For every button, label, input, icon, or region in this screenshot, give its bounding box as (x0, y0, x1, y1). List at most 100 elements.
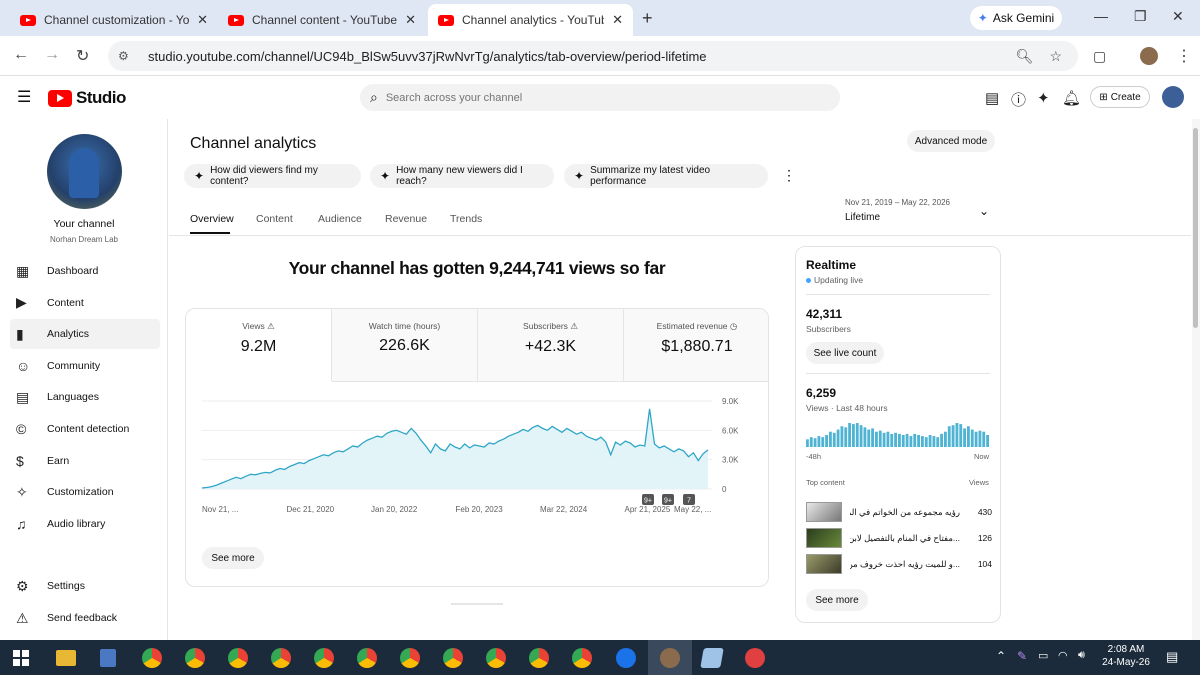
realtime-bar[interactable] (821, 437, 825, 447)
browser-tab-analytics[interactable]: Channel analytics - YouTube Studio ✕ (428, 4, 633, 36)
realtime-bar[interactable] (932, 436, 936, 447)
new-tab-button[interactable]: + (642, 8, 653, 29)
clock[interactable]: 2:08 AM 24-May-26 (1100, 644, 1152, 668)
close-tab-icon[interactable]: ✕ (405, 12, 416, 28)
chrome-profile-b-icon[interactable] (745, 648, 765, 668)
tab-audience[interactable]: Audience (318, 213, 362, 225)
more-options-icon[interactable]: ⋮ (782, 167, 796, 184)
chrome-profile-photo-icon[interactable] (660, 648, 680, 668)
sidebar-item-community[interactable]: ☺ Community (10, 351, 160, 381)
chrome-browser-icon[interactable] (314, 648, 334, 668)
minimize-icon[interactable]: — (1094, 8, 1108, 24)
chrome-browser-icon[interactable] (529, 648, 549, 668)
restore-icon[interactable]: ❐ (1134, 8, 1147, 25)
hamburger-menu-icon[interactable]: ☰ (17, 87, 31, 107)
realtime-bar[interactable] (901, 435, 905, 447)
chrome-browser-icon[interactable] (228, 648, 248, 668)
realtime-bar[interactable] (967, 426, 970, 447)
video-publish-marker[interactable]: 7 (683, 494, 695, 505)
chrome-browser-icon[interactable] (357, 648, 377, 668)
tab-trends[interactable]: Trends (450, 213, 482, 225)
realtime-bar[interactable] (882, 432, 886, 447)
pen-tray-icon[interactable]: ✎ (1017, 649, 1027, 663)
realtime-bar[interactable] (947, 426, 951, 447)
feedback-chat-icon[interactable]: ▤ (985, 89, 999, 107)
realtime-bar[interactable] (921, 436, 924, 447)
suggestion-chip-new-viewers[interactable]: ✦ How many new viewers did I reach? (370, 164, 554, 188)
gemini-sparkle-icon[interactable]: ✦ (1037, 89, 1050, 107)
sidebar-item-customization[interactable]: ✧ Customization (10, 477, 160, 507)
realtime-bar[interactable] (855, 423, 859, 447)
sidebar-item-content[interactable]: ▶ Content (10, 288, 160, 318)
close-tab-icon[interactable]: ✕ (612, 12, 623, 28)
chrome-browser-icon[interactable] (271, 648, 291, 668)
realtime-bar[interactable] (905, 433, 909, 447)
calculator-icon[interactable] (100, 649, 116, 667)
realtime-bar[interactable] (878, 430, 882, 447)
realtime-bar[interactable] (978, 430, 982, 447)
see-more-button[interactable]: See more (202, 547, 264, 569)
bookmark-star-icon[interactable]: ☆ (1049, 48, 1062, 65)
realtime-bar[interactable] (852, 424, 855, 447)
realtime-bar[interactable] (871, 428, 874, 447)
realtime-bar[interactable] (809, 437, 813, 447)
realtime-bar[interactable] (951, 425, 955, 447)
see-live-count-button[interactable]: See live count (806, 342, 884, 364)
realtime-bar[interactable] (928, 435, 932, 447)
search-icon[interactable]: ⌕ (370, 89, 378, 106)
realtime-bar[interactable] (875, 431, 878, 447)
video-publish-marker[interactable]: 9+ (662, 494, 674, 505)
account-avatar[interactable] (1162, 86, 1184, 108)
back-arrow-icon[interactable]: ← (13, 46, 29, 64)
realtime-bar[interactable] (867, 429, 871, 447)
metric-watch-time[interactable]: Watch time (hours) 226.6K (332, 309, 478, 381)
metric-subscribers[interactable]: Subscribers ⚠ +42.3K (478, 309, 624, 381)
see-more-button[interactable]: See more (806, 589, 868, 611)
notification-center-icon[interactable]: ▤ (1166, 649, 1178, 665)
sidebar-item-settings[interactable]: ⚙ Settings (10, 571, 160, 601)
video-publish-marker[interactable]: 9+ (642, 494, 654, 505)
realtime-bar[interactable] (844, 427, 848, 447)
realtime-bar[interactable] (955, 423, 959, 447)
realtime-bar[interactable] (909, 436, 913, 447)
chrome-browser-icon[interactable] (142, 648, 162, 668)
realtime-bar[interactable] (936, 437, 940, 447)
realtime-bar[interactable] (940, 433, 943, 447)
realtime-bar[interactable] (825, 435, 828, 447)
sidebar-item-analytics[interactable]: ▮ Analytics (10, 319, 160, 350)
volume-icon[interactable]: 🔊︎ (1078, 649, 1085, 662)
realtime-bar[interactable] (886, 431, 890, 447)
realtime-bar[interactable] (890, 433, 894, 447)
close-tab-icon[interactable]: ✕ (197, 12, 208, 28)
ask-gemini-button[interactable]: ✦ Ask Gemini (970, 6, 1062, 30)
realtime-bar[interactable] (986, 435, 989, 447)
windows-start-icon[interactable] (13, 650, 29, 666)
tab-overview[interactable]: Overview (190, 213, 234, 225)
zoom-icon[interactable]: 🔍︎ (1016, 48, 1034, 65)
reload-icon[interactable]: ↻ (76, 46, 89, 66)
chrome-browser-icon[interactable] (572, 648, 592, 668)
date-range-selector[interactable]: Nov 21, 2019 – May 22, 2026 Lifetime ⌄ (839, 198, 999, 228)
realtime-bar[interactable] (898, 433, 901, 447)
studio-logo[interactable]: Studio (48, 88, 126, 108)
create-button[interactable]: ⊞ Create (1090, 86, 1150, 108)
realtime-bar[interactable] (806, 439, 809, 447)
address-bar[interactable]: ⚙ studio.youtube.com/channel/UC94b_BlSw5… (108, 41, 1078, 71)
browser-tab-customization[interactable]: Channel customization - YouTube Studio ✕ (10, 4, 218, 36)
sidebar-item-feedback[interactable]: ⚠ Send feedback (10, 603, 160, 633)
wifi-icon[interactable]: ◠ (1058, 649, 1068, 662)
realtime-bar[interactable] (836, 429, 840, 447)
sidebar-item-audio-library[interactable]: ♫ Audio library (10, 509, 160, 539)
realtime-bar[interactable] (894, 432, 897, 447)
close-window-icon[interactable]: ✕ (1172, 8, 1184, 25)
metric-views[interactable]: Views ⚠ 9.2M (186, 309, 332, 381)
realtime-bar[interactable] (959, 424, 963, 447)
chrome-browser-icon[interactable] (443, 648, 463, 668)
realtime-bar[interactable] (963, 428, 966, 447)
top-content-row[interactable]: ...مفتاح في المنام بالتفصيل لابن سيرين 1… (806, 527, 992, 549)
realtime-bar[interactable] (982, 431, 986, 447)
file-explorer-icon[interactable] (56, 650, 76, 666)
advanced-mode-button[interactable]: Advanced mode (907, 130, 995, 152)
channel-avatar[interactable] (47, 134, 122, 209)
realtime-bar[interactable] (970, 429, 974, 447)
